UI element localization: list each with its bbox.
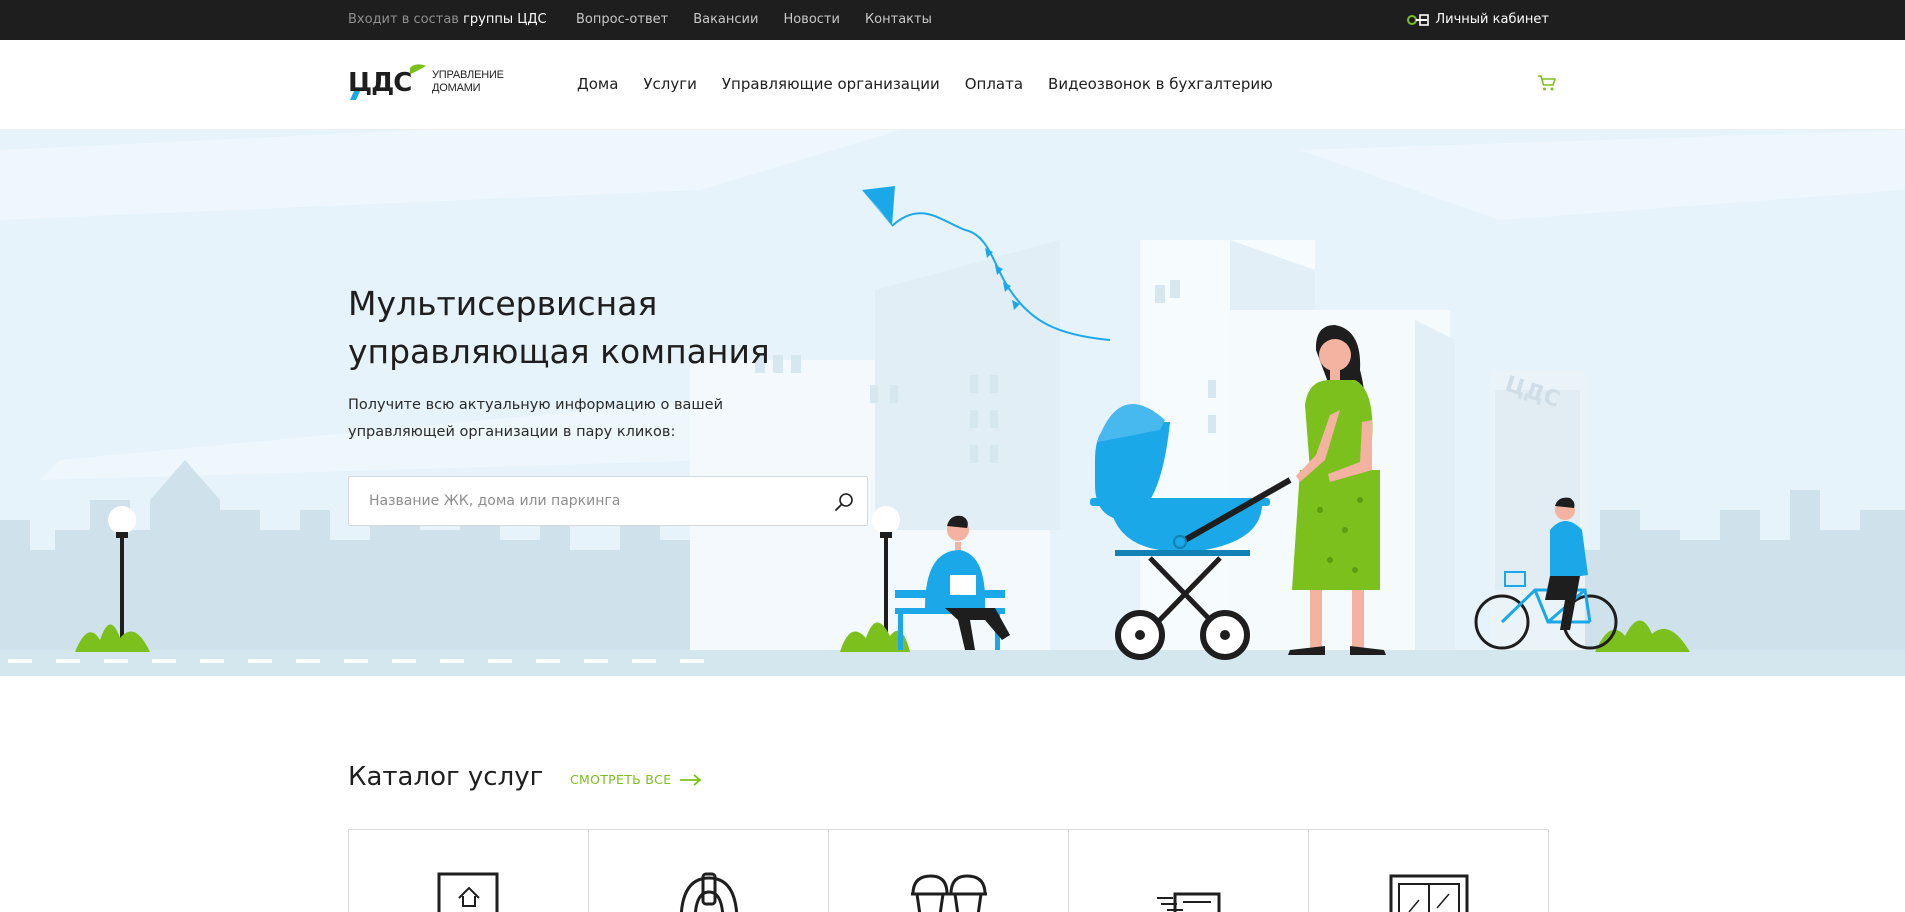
hero-subtitle: Получите всю актуальную информацию о ваш… [348,397,724,440]
nav-houses[interactable]: Дома [577,75,618,93]
search-input[interactable] [369,477,809,525]
search-icon[interactable] [833,491,855,513]
group-name-link[interactable]: группы ЦДС [463,12,547,27]
top-links: Вопрос-ответ Вакансии Новости Контакты [576,12,932,27]
catalog-card-2[interactable] [589,830,829,912]
hero-title-line1: Мультисервисная [348,284,658,323]
cabinet-label: Личный кабинет [1435,12,1549,27]
truck-icon [1156,892,1220,912]
ice-cream-icon [910,874,987,912]
catalog-card-3[interactable] [829,830,1069,912]
top-link-faq[interactable]: Вопрос-ответ [576,12,668,27]
arrow-right-icon [680,773,702,786]
hero-banner: ЦДС Мультисервисная управляющая компания… [0,130,1905,676]
catalog-card-1[interactable] [349,830,589,912]
top-link-vacancies[interactable]: Вакансии [693,12,758,27]
nav-management-companies[interactable]: Управляющие организации [722,75,940,93]
personal-cabinet-link[interactable]: Личный кабинет [1407,12,1549,27]
main-nav: Дома Услуги Управляющие организации Опла… [577,75,1273,93]
search-box [348,476,868,526]
hero-title: Мультисервисная управляющая компания [348,280,868,376]
nav-services[interactable]: Услуги [643,75,696,93]
nav-payment[interactable]: Оплата [965,75,1023,93]
logo-mark: ЦДС [348,64,426,100]
cart-icon[interactable] [1537,74,1557,92]
top-link-contacts[interactable]: Контакты [865,12,932,27]
catalog-card-4[interactable] [1069,830,1309,912]
hero-title-line2: управляющая компания [348,332,770,371]
key-icon [1407,13,1430,26]
nav-video-call[interactable]: Видеозвонок в бухгалтерию [1048,75,1273,93]
catalog-title: Каталог услуг [348,762,544,792]
logo-sub-line2: ДОМАМИ [432,82,481,94]
group-prefix: Входит в состав [348,12,459,27]
window-icon [1389,874,1468,912]
logo[interactable]: ЦДС УПРАВЛЕНИЕ ДОМАМИ [348,64,504,100]
headset-icon [679,872,738,912]
group-membership-text: Входит в состав группы ЦДС [348,12,547,27]
see-all-link[interactable]: СМОТРЕТЬ ВСЕ [570,772,703,787]
hero-illustration: ЦДС [0,130,1905,676]
site-header: ЦДС УПРАВЛЕНИЕ ДОМАМИ Дома Услуги Управл… [0,40,1905,130]
top-link-news[interactable]: Новости [783,12,840,27]
catalog-grid [348,829,1549,912]
home-document-icon [437,872,498,912]
logo-sub-line1: УПРАВЛЕНИЕ [432,69,504,81]
logo-subtitle: УПРАВЛЕНИЕ ДОМАМИ [432,69,504,95]
see-all-label: СМОТРЕТЬ ВСЕ [570,772,672,787]
top-bar: Входит в состав группы ЦДС Вопрос-ответ … [0,0,1905,40]
catalog-card-5[interactable] [1309,830,1548,912]
